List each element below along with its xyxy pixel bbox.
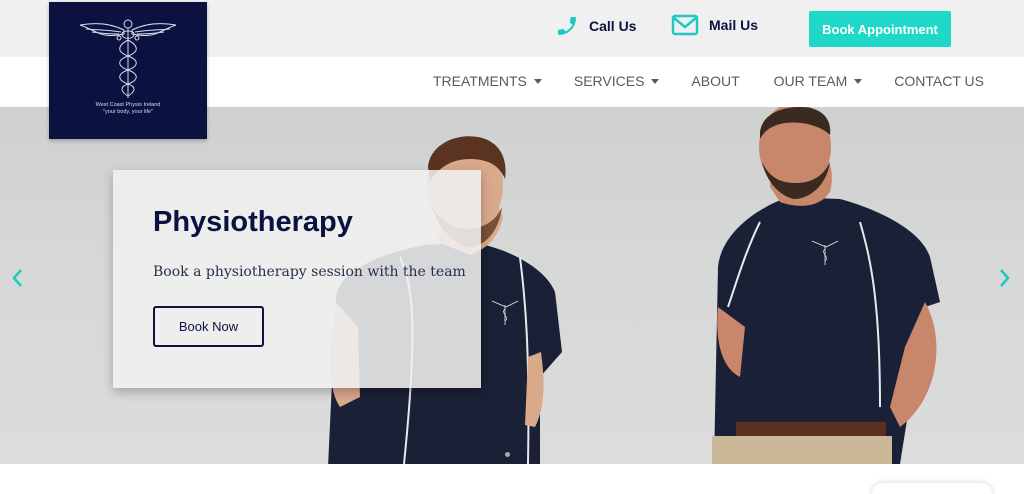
page: Call Us Mail Us Book Appointment TREATME… xyxy=(0,0,1024,494)
logo-tagline: "your body, your life" xyxy=(103,109,153,115)
nav-item-services[interactable]: SERVICES xyxy=(574,73,660,89)
nav-item-contact-us[interactable]: CONTACT US xyxy=(894,73,984,89)
nav-label-about: ABOUT xyxy=(691,73,740,89)
nav-item-about[interactable]: ABOUT xyxy=(691,73,739,89)
nav-item-our-team[interactable]: OUR TEAM xyxy=(774,73,863,89)
phone-icon xyxy=(555,14,579,38)
therapist-right-figure xyxy=(712,107,940,464)
chevron-right-icon xyxy=(1000,269,1010,287)
nav-item-treatments[interactable]: TREATMENTS xyxy=(433,73,542,89)
hero-content-card: Physiotherapy Book a physiotherapy sessi… xyxy=(113,170,481,388)
mail-icon xyxy=(671,14,699,36)
call-us-label: Call Us xyxy=(589,18,637,34)
caduceus-logo-icon xyxy=(79,19,177,98)
hero-title: Physiotherapy xyxy=(153,206,353,238)
slider-dot-2[interactable] xyxy=(505,452,510,457)
mail-us-label: Mail Us xyxy=(709,17,759,33)
call-us-link[interactable]: Call Us xyxy=(555,14,636,38)
nav-label-contact-us: CONTACT US xyxy=(894,73,984,89)
nav-label-treatments: TREATMENTS xyxy=(433,73,527,89)
hero-slider: Physiotherapy Book a physiotherapy sessi… xyxy=(0,107,1024,464)
caret-down-icon xyxy=(651,78,660,84)
slider-prev-button[interactable] xyxy=(10,267,24,294)
book-now-button[interactable]: Book Now xyxy=(153,306,264,347)
nav-label-our-team: OUR TEAM xyxy=(773,73,848,89)
site-logo[interactable]: West Coast Physio Ireland "your body, yo… xyxy=(49,2,207,139)
floating-widget-edge[interactable] xyxy=(872,483,992,494)
chevron-left-icon xyxy=(12,269,22,287)
slider-pagination xyxy=(494,452,510,457)
slider-next-button[interactable] xyxy=(998,267,1012,294)
hero-subtitle: Book a physiotherapy session with the te… xyxy=(153,264,466,280)
nav-label-services: SERVICES xyxy=(573,73,645,89)
caret-down-icon xyxy=(854,78,863,84)
main-nav: TREATMENTS SERVICES ABOUT OUR TEAM CONTA… xyxy=(433,73,984,89)
mail-us-link[interactable]: Mail Us xyxy=(671,14,758,36)
slider-dot-1[interactable] xyxy=(494,452,499,457)
caret-down-icon xyxy=(533,78,542,84)
book-appointment-button[interactable]: Book Appointment xyxy=(809,11,951,47)
logo-company-name: West Coast Physio Ireland xyxy=(95,102,161,108)
